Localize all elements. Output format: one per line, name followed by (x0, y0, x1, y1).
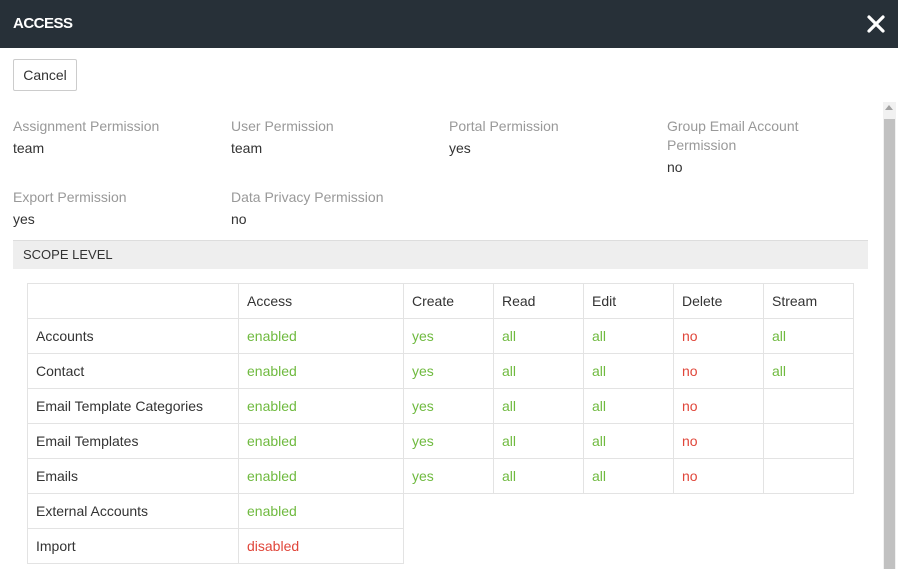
scrollbar[interactable] (883, 102, 896, 569)
stream-value: all (763, 353, 854, 389)
permission-label: Assignment Permission (13, 118, 160, 134)
column-header-edit: Edit (583, 283, 674, 319)
column-header-access: Access (238, 283, 404, 319)
edit-value: all (583, 318, 674, 354)
read-value: all (493, 458, 584, 494)
permission-label: User Permission (231, 118, 334, 134)
read-value: all (493, 318, 584, 354)
table-row: Emails enabled yes all all no (27, 458, 854, 494)
scope-name: Email Template Categories (27, 388, 239, 424)
scope-name: Import (27, 528, 239, 564)
permission-group-email-account: Group Email Account Permission no (667, 117, 842, 177)
column-header-name (27, 283, 239, 319)
delete-value: no (673, 423, 764, 459)
stream-value (763, 423, 854, 459)
create-value: yes (403, 458, 494, 494)
table-row: Contact enabled yes all all no all (27, 353, 854, 389)
table-row: External Accounts enabled (27, 493, 854, 529)
scrollbar-thumb[interactable] (884, 119, 895, 569)
edit-value: all (583, 458, 674, 494)
access-value: enabled (238, 493, 404, 529)
stream-value: all (763, 318, 854, 354)
access-value: enabled (238, 458, 404, 494)
table-row: Accounts enabled yes all all no all (27, 318, 854, 354)
permission-value: no (667, 159, 683, 175)
access-value: enabled (238, 353, 404, 389)
table-header-row: Access Create Read Edit Delete Stream (27, 283, 854, 319)
permission-export: Export Permission yes (13, 188, 213, 229)
create-value: yes (403, 388, 494, 424)
permission-value: team (231, 140, 263, 156)
access-value: enabled (238, 423, 404, 459)
permission-label: Portal Permission (449, 118, 559, 134)
scope-name: Accounts (27, 318, 239, 354)
delete-value: no (673, 353, 764, 389)
empty-cell (404, 494, 854, 529)
access-value: disabled (238, 528, 404, 564)
stream-value (763, 388, 854, 424)
scope-name: Contact (27, 353, 239, 389)
scope-level-section: SCOPE LEVEL (13, 240, 868, 269)
table-row: Email Template Categories enabled yes al… (27, 388, 854, 424)
edit-value: all (583, 388, 674, 424)
delete-value: no (673, 318, 764, 354)
permission-label: Data Privacy Permission (231, 189, 384, 205)
delete-value: no (673, 388, 764, 424)
delete-value: no (673, 458, 764, 494)
permission-data-privacy: Data Privacy Permission no (231, 188, 431, 229)
section-title: SCOPE LEVEL (23, 247, 113, 262)
permission-value: yes (13, 211, 35, 227)
scope-table: Access Create Read Edit Delete Stream Ac… (27, 283, 854, 564)
table-row: Import disabled (27, 528, 854, 564)
cancel-button[interactable]: Cancel (13, 59, 77, 91)
table-row: Email Templates enabled yes all all no (27, 423, 854, 459)
permission-assignment: Assignment Permission team (13, 117, 213, 158)
create-value: yes (403, 318, 494, 354)
permission-value: team (13, 140, 45, 156)
scroll-up-arrow-icon[interactable] (885, 105, 893, 110)
dialog-title: ACCESS (13, 15, 73, 32)
stream-value (763, 458, 854, 494)
edit-value: all (583, 353, 674, 389)
permission-label: Export Permission (13, 189, 127, 205)
scope-name: Email Templates (27, 423, 239, 459)
permission-value: yes (449, 140, 471, 156)
scope-name: External Accounts (27, 493, 239, 529)
read-value: all (493, 388, 584, 424)
access-value: enabled (238, 318, 404, 354)
create-value: yes (403, 423, 494, 459)
column-header-stream: Stream (763, 283, 854, 319)
read-value: all (493, 423, 584, 459)
empty-cell (404, 529, 854, 564)
permission-value: no (231, 211, 247, 227)
permission-portal: Portal Permission yes (449, 117, 649, 158)
edit-value: all (583, 423, 674, 459)
create-value: yes (403, 353, 494, 389)
permission-user: User Permission team (231, 117, 431, 158)
close-icon (867, 15, 885, 33)
column-header-delete: Delete (673, 283, 764, 319)
dialog-header: ACCESS (0, 0, 898, 48)
read-value: all (493, 353, 584, 389)
access-value: enabled (238, 388, 404, 424)
permission-label: Group Email Account Permission (667, 118, 799, 153)
column-header-read: Read (493, 283, 584, 319)
column-header-create: Create (403, 283, 494, 319)
close-button[interactable] (864, 12, 888, 36)
scope-name: Emails (27, 458, 239, 494)
